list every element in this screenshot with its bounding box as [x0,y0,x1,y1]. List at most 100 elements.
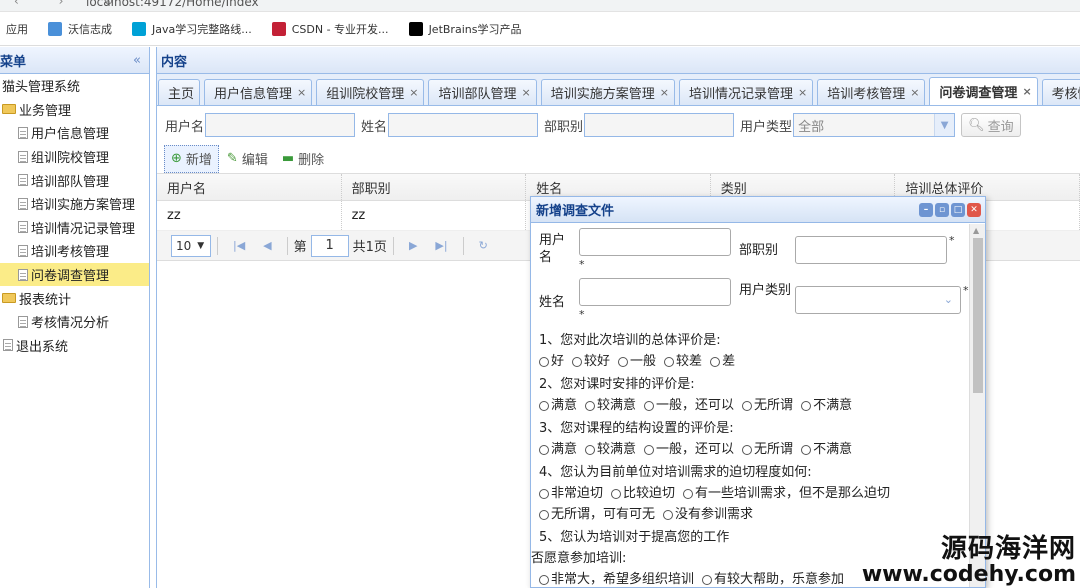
usertype-field-select[interactable]: ⌄ [795,286,961,314]
menu-item[interactable]: 猫头管理系统 [0,74,149,98]
radio-option[interactable]: 满意 [539,395,577,416]
restore-icon[interactable]: ▫ [935,202,949,217]
collapse-icon[interactable]: « [133,53,141,68]
page-size-select[interactable]: 10 ▼ [171,234,211,257]
refresh-icon[interactable]: ↻ [479,239,488,252]
name-field[interactable] [579,278,731,306]
radio-button[interactable] [801,444,812,455]
scroll-thumb[interactable] [973,238,983,393]
close-icon[interactable]: × [910,86,919,99]
radio-option[interactable]: 较满意 [585,439,636,460]
radio-button[interactable] [702,574,713,585]
column-header[interactable]: 用户名 [157,174,342,200]
tab[interactable]: 主页 [158,79,201,105]
radio-option[interactable]: 没有参训需求 [663,504,753,525]
close-icon[interactable]: × [798,86,807,99]
menu-item[interactable]: 考核情况分析 [0,310,149,334]
bookmark-item[interactable]: 应用 [6,21,28,37]
usertype-select[interactable]: 全部 ▼ [793,113,956,137]
close-icon[interactable]: × [1022,85,1031,98]
next-page-icon[interactable]: ▶ [409,239,417,252]
radio-option[interactable]: 比较迫切 [611,483,675,504]
radio-option[interactable]: 差 [710,351,735,372]
radio-option[interactable]: 无所谓 [742,395,793,416]
tab[interactable]: 培训考核管理 × [817,79,926,105]
edit-button[interactable]: ✎ 编辑 [221,145,274,173]
menu-item[interactable]: 培训实施方案管理 [0,192,149,216]
radio-option[interactable]: 有一些培训需求，但不是那么迫切 [683,483,890,504]
dept-field[interactable] [795,236,947,264]
username-field[interactable] [579,228,731,256]
menu-item[interactable]: 问卷调查管理 [0,262,149,287]
add-button[interactable]: ⊕ 新增 [164,144,219,173]
radio-button[interactable] [539,444,549,455]
delete-button[interactable]: ▬ 删除 [276,145,330,173]
menu-item[interactable]: 用户信息管理 [0,121,149,145]
radio-option[interactable]: 一般，还可以 [644,395,734,416]
radio-button[interactable] [585,444,596,455]
radio-button[interactable] [539,509,549,520]
radio-button[interactable] [710,356,721,367]
close-icon[interactable]: × [297,86,306,99]
menu-item[interactable]: 培训部队管理 [0,168,149,192]
minimize-icon[interactable]: – [919,202,933,217]
radio-button[interactable] [618,356,629,367]
tab[interactable]: 考核情况分 [1041,79,1080,105]
name-search-input[interactable] [388,113,539,137]
radio-option[interactable]: 好 [539,351,564,372]
close-icon[interactable]: × [409,86,418,99]
radio-button[interactable] [664,356,675,367]
maximize-icon[interactable]: □ [951,202,965,217]
first-page-icon[interactable]: |◀ [233,239,245,252]
radio-option[interactable]: 不满意 [801,439,852,460]
scroll-up-icon[interactable]: ▲ [973,226,979,235]
radio-button[interactable] [683,488,694,499]
browser-address-bar[interactable]: ‹ › ↻ localhost:49172/Home/Index [0,0,1080,12]
menu-item[interactable]: 培训情况记录管理 [0,216,149,240]
prev-page-icon[interactable]: ◀ [263,239,271,252]
bookmark-item[interactable]: CSDN - 专业开发... [271,21,389,37]
radio-button[interactable] [644,444,655,455]
dept-search-input[interactable] [584,113,735,137]
column-header[interactable]: 部职别 [342,174,527,200]
radio-option[interactable]: 较满意 [585,395,636,416]
radio-option[interactable]: 无所谓，可有可无 [539,504,655,525]
menu-item[interactable]: 报表统计 [0,286,149,310]
menu-item[interactable]: 培训考核管理 [0,239,149,263]
radio-button[interactable] [801,400,812,411]
radio-option[interactable]: 满意 [539,439,577,460]
menu-item[interactable]: 组训院校管理 [0,145,149,169]
radio-option[interactable]: 一般 [618,351,656,372]
tab[interactable]: 问卷调查管理 × [929,77,1038,105]
username-search-input[interactable] [205,113,356,137]
radio-option[interactable]: 一般，还可以 [644,439,734,460]
radio-option[interactable]: 非常大，希望多组织培训 [539,569,694,587]
radio-option[interactable]: 较差 [664,351,702,372]
bookmark-item[interactable]: Java学习完整路线... [132,21,252,37]
radio-option[interactable]: 有较大帮助，乐意参加 [702,569,844,587]
close-icon[interactable]: ✕ [967,202,981,217]
menu-item[interactable]: 业务管理 [0,98,149,122]
radio-button[interactable] [742,400,753,411]
page-number-input[interactable]: 1 [310,234,349,257]
radio-button[interactable] [644,400,655,411]
radio-option[interactable]: 非常迫切 [539,483,603,504]
radio-option[interactable]: 较好 [572,351,610,372]
last-page-icon[interactable]: ▶| [435,239,447,252]
query-button[interactable]: 🔍︎ 查询 [961,113,1021,137]
radio-button[interactable] [539,356,549,367]
radio-button[interactable] [539,488,549,499]
radio-button[interactable] [572,356,583,367]
tab[interactable]: 培训实施方案管理 × [540,79,675,105]
chevron-down-icon[interactable]: ▼ [934,114,955,136]
tab[interactable]: 用户信息管理 × [204,79,313,105]
tab[interactable]: 培训情况记录管理 × [678,79,814,105]
radio-button[interactable] [663,509,674,520]
radio-button[interactable] [539,400,549,411]
radio-button[interactable] [585,400,596,411]
radio-button[interactable] [611,488,622,499]
close-icon[interactable]: × [522,86,531,99]
radio-option[interactable]: 不满意 [801,395,852,416]
radio-button[interactable] [539,574,549,585]
radio-option[interactable]: 无所谓 [742,439,793,460]
